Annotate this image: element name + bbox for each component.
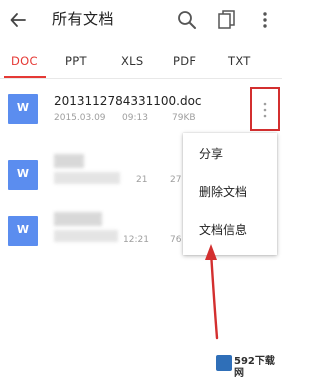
file-time: 21 <box>136 175 148 185</box>
file-date: 2015.03.09 <box>54 113 106 123</box>
file-more-options-button[interactable] <box>250 87 280 131</box>
site-watermark: 592下载网 <box>216 352 280 379</box>
file-size: 27 <box>170 175 182 185</box>
file-time: 12:21 <box>123 235 149 245</box>
blurred-file-name <box>54 154 84 168</box>
menu-item-document-info[interactable]: 文档信息 <box>199 222 247 238</box>
divider <box>0 78 282 79</box>
page-title: 所有文档 <box>52 10 115 28</box>
tab-ppt[interactable]: PPT <box>65 54 87 68</box>
tab-doc[interactable]: DOC <box>11 54 38 68</box>
back-arrow-icon[interactable] <box>9 11 27 29</box>
tab-pdf[interactable]: PDF <box>173 54 196 68</box>
file-size: 79KB <box>172 113 196 123</box>
file-time: 09:13 <box>122 113 148 123</box>
more-vertical-icon <box>263 102 267 118</box>
watermark-text: 592下载网 <box>234 356 275 379</box>
blurred-file-date <box>54 172 120 184</box>
menu-item-delete[interactable]: 删除文档 <box>199 184 247 200</box>
file-type-tabs: DOC PPT XLS PDF TXT <box>0 44 282 78</box>
tab-xls[interactable]: XLS <box>121 54 144 68</box>
copy-document-icon[interactable] <box>217 9 237 31</box>
file-size: 76 <box>170 235 182 245</box>
menu-item-share[interactable]: 分享 <box>199 146 223 162</box>
context-menu: 分享 删除文档 文档信息 <box>183 133 277 255</box>
blurred-file-name <box>54 212 102 226</box>
tab-txt[interactable]: TXT <box>228 54 251 68</box>
overflow-menu-icon[interactable] <box>259 10 271 30</box>
file-name: 2013112784331100.doc <box>54 94 202 108</box>
word-file-icon: W <box>8 94 38 124</box>
top-app-bar: 所有文档 <box>0 0 282 40</box>
search-icon[interactable] <box>177 10 197 30</box>
word-file-icon: W <box>8 160 38 190</box>
blurred-file-date <box>54 230 118 242</box>
watermark-logo-icon <box>216 355 232 371</box>
word-file-icon: W <box>8 216 38 246</box>
